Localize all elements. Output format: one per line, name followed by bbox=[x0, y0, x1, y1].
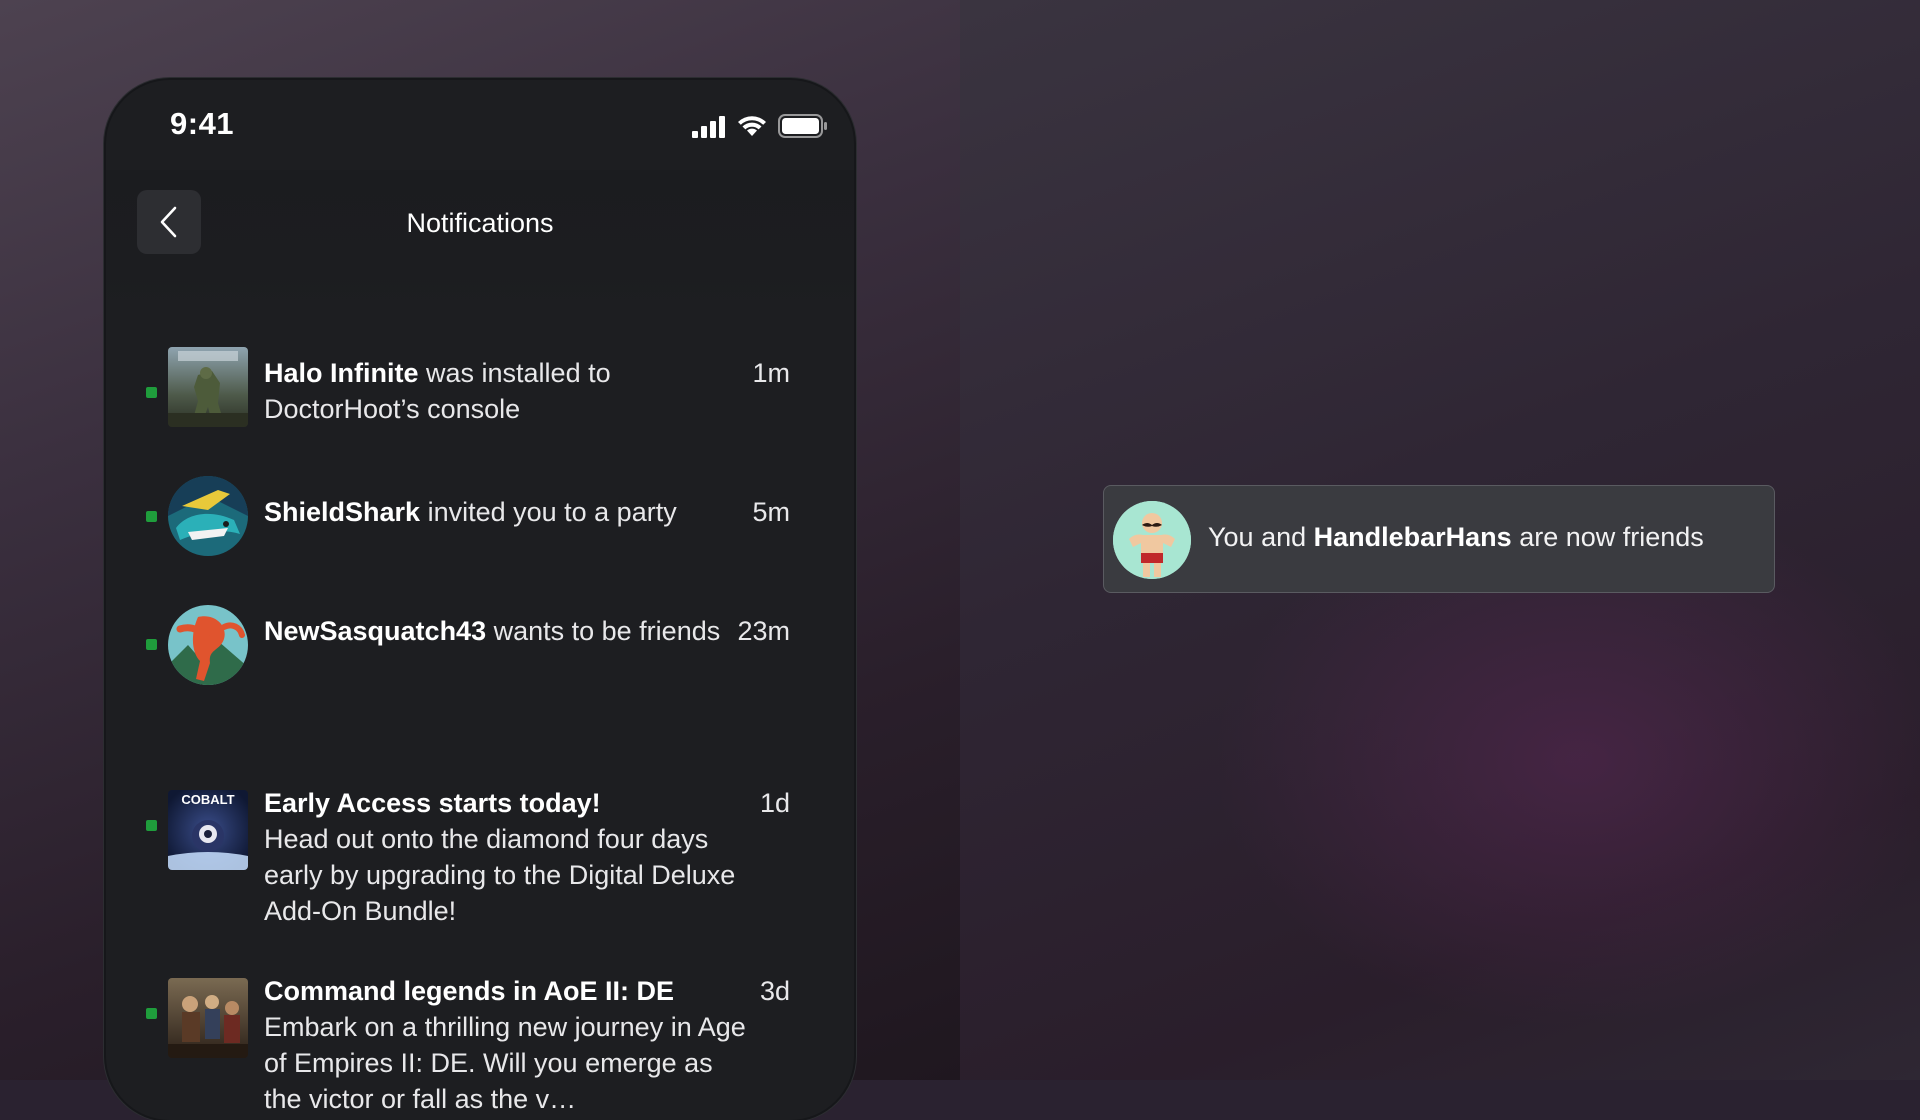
unread-indicator bbox=[146, 820, 157, 831]
cobalt-logo-text: COBALT bbox=[181, 792, 234, 807]
notification-item[interactable]: NewSasquatch43 wants to be friends 23m bbox=[106, 577, 854, 697]
notification-item[interactable]: COBALT Early Access starts today! Head ou… bbox=[106, 697, 854, 926]
notification-item[interactable]: Halo Infinite was installed to DoctorHoo… bbox=[106, 327, 854, 437]
toast-suffix: are now friends bbox=[1511, 522, 1704, 552]
notification-time: 1m bbox=[752, 358, 790, 388]
unread-indicator bbox=[146, 1008, 157, 1019]
aoe2-thumbnail bbox=[168, 978, 248, 1058]
notification-body: wants to be friends bbox=[486, 616, 721, 646]
notification-time: 1d bbox=[759, 788, 790, 818]
notification-title: Command legends in AoE II: DE bbox=[264, 976, 675, 1006]
notification-time: 3d bbox=[759, 976, 790, 1006]
notification-item[interactable]: Command legends in AoE II: DE Embark on a… bbox=[106, 887, 854, 1114]
wifi-icon bbox=[738, 116, 766, 136]
newsasquatch43-avatar bbox=[168, 605, 248, 685]
unread-indicator bbox=[146, 387, 157, 398]
notification-time: 23m bbox=[737, 616, 790, 646]
notification-item[interactable]: ShieldShark invited you to a party 5m bbox=[106, 451, 854, 561]
notification-title: NewSasquatch43 bbox=[264, 616, 487, 646]
notification-title: Early Access starts today! bbox=[264, 788, 601, 818]
unread-indicator bbox=[146, 511, 157, 522]
status-bar: 9:41 bbox=[106, 80, 854, 170]
shieldshark-avatar bbox=[168, 476, 248, 556]
toast-prefix: You and bbox=[1208, 522, 1314, 552]
notification-time: 5m bbox=[752, 497, 790, 527]
status-icons bbox=[692, 112, 828, 138]
battery-icon bbox=[778, 114, 827, 138]
page-title: Notifications bbox=[406, 208, 554, 238]
cobalt-thumbnail: COBALT bbox=[168, 790, 248, 870]
unread-indicator bbox=[146, 639, 157, 650]
cellular-signal-icon bbox=[692, 116, 725, 138]
notification-body: invited you to a party bbox=[420, 497, 677, 527]
status-time: 9:41 bbox=[170, 106, 235, 141]
navigation-bar bbox=[106, 170, 854, 310]
handlebarhans-avatar bbox=[1113, 501, 1191, 579]
notification-title: Halo Infinite bbox=[264, 358, 419, 388]
notification-body: Embark on a thrilling new journey in Age… bbox=[264, 1012, 746, 1114]
phone-screen: 9:41 Notifications Halo Infinite was ins… bbox=[106, 80, 854, 1120]
halo-infinite-thumbnail bbox=[168, 347, 248, 427]
friend-toast[interactable]: You and HandlebarHans are now friends bbox=[1103, 485, 1775, 593]
toast-friend-name: HandlebarHans bbox=[1313, 522, 1512, 552]
notification-title: ShieldShark bbox=[264, 497, 421, 527]
